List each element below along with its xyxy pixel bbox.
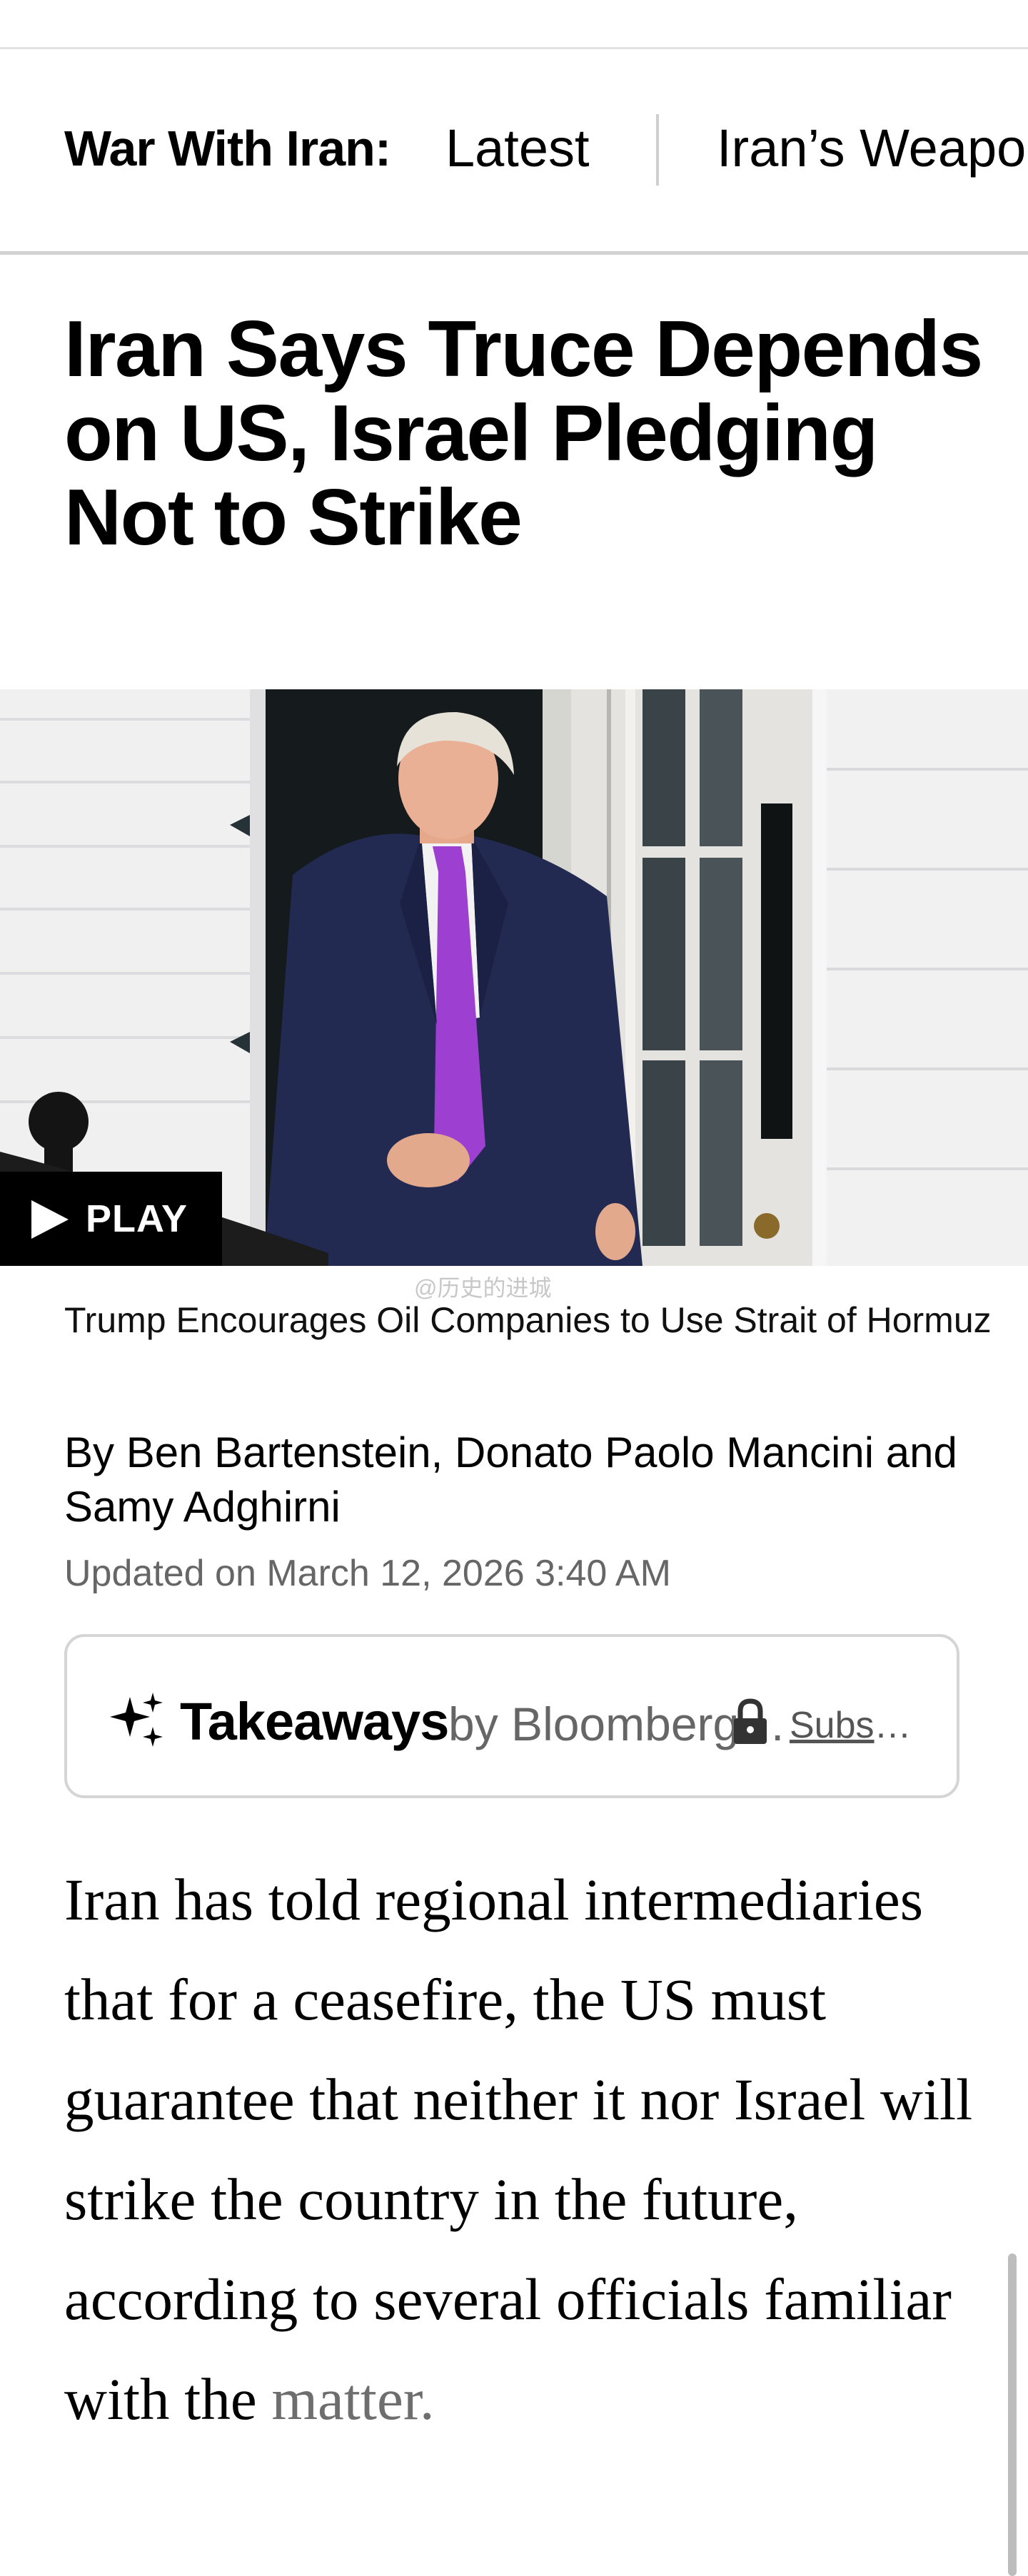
topic-navigation: War With Iran: Latest Iran’s Weapons (0, 49, 1028, 253)
takeaways-title: Takeaways (180, 1692, 449, 1751)
sparkle-icon (110, 1693, 163, 1747)
byline: By Ben Bartenstein, Donato Paolo Mancini… (64, 1426, 992, 1534)
byline-prefix: By (64, 1429, 126, 1476)
byline-separator: , (430, 1429, 455, 1476)
author-link-ben-bartenstein[interactable]: Ben Bartenstein (126, 1429, 431, 1476)
topic-label: War With Iran: (64, 121, 391, 176)
lock-icon (734, 1698, 767, 1744)
article-headline: Iran Says Truce Depends on US, Israel Pl… (64, 305, 983, 562)
article-paragraph-text: Iran has told regional intermediaries th… (64, 1867, 973, 2432)
play-icon (31, 1200, 69, 1239)
play-label: PLAY (86, 1197, 188, 1240)
play-button[interactable]: PLAY (0, 1172, 222, 1266)
author-link-samy-adghirni[interactable]: Samy Adghirni (64, 1483, 341, 1531)
nav-divider (0, 251, 1028, 255)
page-scrollbar[interactable] (1008, 2253, 1017, 2576)
topic-link-irans-weapons[interactable]: Iran’s Weapons (717, 120, 1028, 177)
topic-link-latest[interactable]: Latest (445, 120, 590, 177)
subscribe-link[interactable]: Subscribe (790, 1703, 925, 1748)
takeaways-card[interactable]: Takeaways by Bloomberg AI Subscribe (64, 1634, 959, 1798)
article-paragraph-fade: matter. (271, 2366, 435, 2432)
topic-divider (656, 114, 659, 186)
byline-conjunction: and (874, 1429, 957, 1476)
article-paragraph: Iran has told regional intermediaries th… (64, 1850, 999, 2449)
updated-timestamp: Updated on March 12, 2026 3:40 AM (64, 1553, 671, 1594)
author-link-donato-paolo-mancini[interactable]: Donato Paolo Mancini (455, 1429, 874, 1476)
hero-video[interactable]: PLAY (0, 689, 1028, 1266)
video-caption: Trump Encourages Oil Companies to Use St… (64, 1300, 992, 1340)
